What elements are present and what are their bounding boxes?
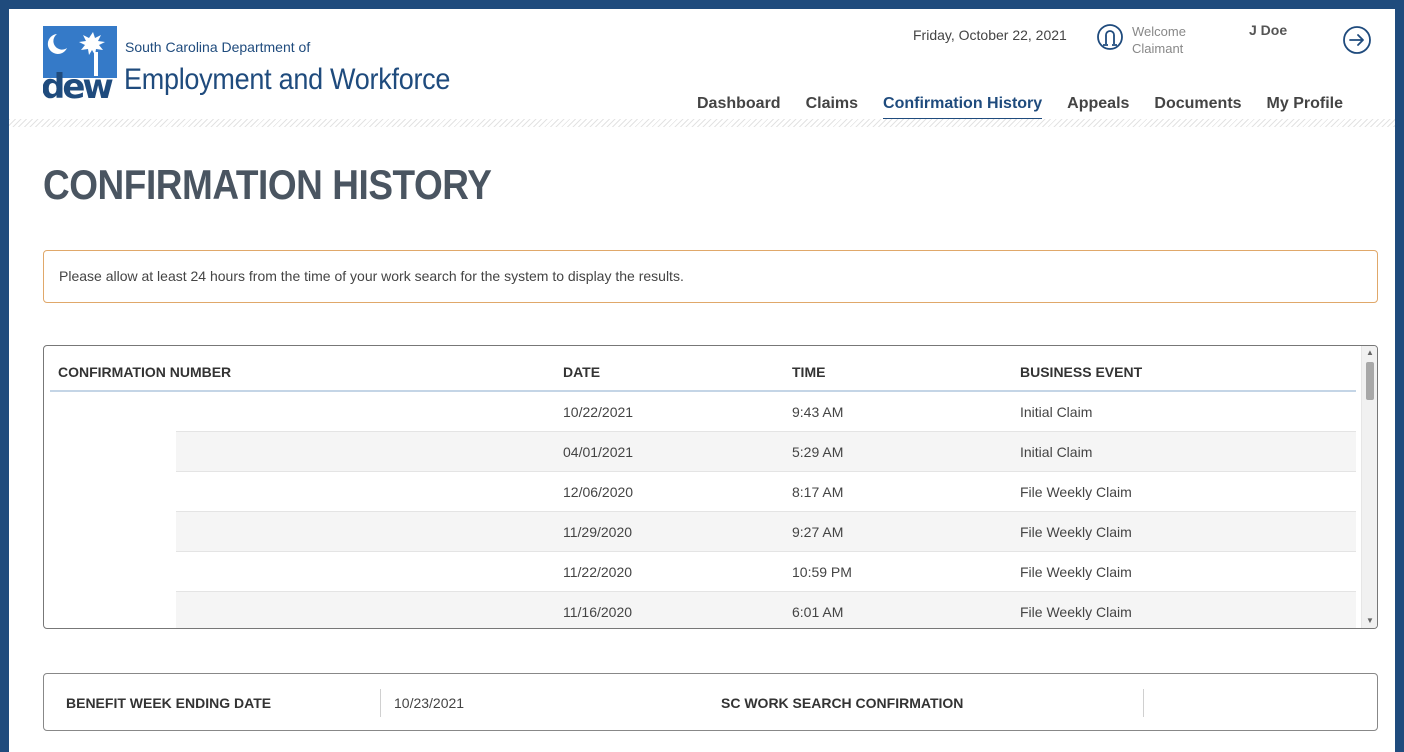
benefit-week-ending-label: BENEFIT WEEK ENDING DATE — [66, 695, 272, 711]
dew-logo: dew — [43, 26, 117, 100]
cell-event: File Weekly Claim — [1020, 604, 1132, 620]
cell-time: 10:59 PM — [792, 564, 852, 580]
header-divider — [9, 119, 1395, 127]
nav-my-profile[interactable]: My Profile — [1267, 95, 1343, 121]
nav-confirmation-history[interactable]: Confirmation History — [883, 95, 1043, 121]
user-name: J Doe — [1249, 22, 1288, 38]
notice-banner: Please allow at least 24 hours from the … — [43, 250, 1378, 303]
table-row[interactable]: 12/06/2020 8:17 AM File Weekly Claim — [176, 472, 1356, 512]
agency-name-line1: South Carolina Department of — [125, 39, 311, 55]
cell-time: 5:29 AM — [792, 444, 844, 460]
work-search-confirmation-label: SC WORK SEARCH CONFIRMATION — [721, 695, 964, 711]
nav-claims[interactable]: Claims — [806, 95, 858, 121]
cell-date: 04/01/2021 — [563, 444, 634, 460]
confirmation-table: CONFIRMATION NUMBER DATE TIME BUSINESS E… — [43, 345, 1378, 629]
welcome-line2: Claimant — [1132, 41, 1184, 56]
welcome-line1: Welcome — [1132, 24, 1186, 39]
table-header: CONFIRMATION NUMBER DATE TIME BUSINESS E… — [50, 346, 1356, 392]
cell-date: 10/22/2021 — [563, 404, 634, 420]
nav-documents[interactable]: Documents — [1154, 95, 1241, 121]
divider — [1143, 689, 1144, 717]
benefit-week-ending-value: 10/23/2021 — [394, 695, 465, 711]
logout-arrow-icon[interactable] — [1342, 25, 1372, 55]
scroll-down-arrow-icon[interactable]: ▼ — [1362, 614, 1377, 628]
cell-time: 9:43 AM — [792, 404, 844, 420]
user-icon — [1097, 24, 1123, 50]
cell-date: 11/22/2020 — [563, 564, 633, 580]
table-row[interactable]: 10/22/2021 9:43 AM Initial Claim — [176, 392, 1356, 432]
cell-event: File Weekly Claim — [1020, 484, 1132, 500]
logo-text: dew — [43, 67, 113, 100]
table-scrollbar[interactable]: ▲ ▼ — [1361, 346, 1377, 628]
nav-dashboard[interactable]: Dashboard — [697, 95, 781, 121]
agency-name-line2: Employment and Workforce — [124, 63, 451, 96]
cell-event: Initial Claim — [1020, 404, 1093, 420]
benefit-week-panel: BENEFIT WEEK ENDING DATE 10/23/2021 SC W… — [43, 673, 1378, 731]
site-header: dew South Carolina Department of Employm… — [9, 9, 1395, 127]
cell-event: Initial Claim — [1020, 444, 1093, 460]
table-row[interactable]: 04/01/2021 5:29 AM Initial Claim — [176, 432, 1356, 472]
welcome-text: Welcome Claimant — [1132, 23, 1186, 57]
cell-event: File Weekly Claim — [1020, 524, 1132, 540]
cell-event: File Weekly Claim — [1020, 564, 1132, 580]
table-row[interactable]: 11/16/2020 6:01 AM File Weekly Claim — [176, 592, 1356, 628]
scrollbar-thumb[interactable] — [1366, 362, 1374, 400]
table-row[interactable]: 11/29/2020 9:27 AM File Weekly Claim — [176, 512, 1356, 552]
main-nav: Dashboard Claims Confirmation History Ap… — [697, 95, 1343, 121]
divider — [380, 689, 381, 717]
table-row[interactable]: 11/22/2020 10:59 PM File Weekly Claim — [176, 552, 1356, 592]
table-body: 10/22/2021 9:43 AM Initial Claim 04/01/2… — [176, 392, 1356, 628]
cell-date: 11/29/2020 — [563, 524, 633, 540]
current-date: Friday, October 22, 2021 — [913, 27, 1067, 43]
cell-time: 8:17 AM — [792, 484, 844, 500]
header-date: DATE — [563, 364, 601, 380]
cell-time: 6:01 AM — [792, 604, 844, 620]
nav-appeals[interactable]: Appeals — [1067, 95, 1129, 121]
page-title: CONFIRMATION HISTORY — [43, 161, 492, 208]
header-time: TIME — [792, 364, 826, 380]
cell-time: 9:27 AM — [792, 524, 844, 540]
cell-date: 12/06/2020 — [563, 484, 634, 500]
cell-date: 11/16/2020 — [563, 604, 633, 620]
scroll-up-arrow-icon[interactable]: ▲ — [1362, 346, 1377, 360]
header-business-event: BUSINESS EVENT — [1020, 364, 1143, 380]
header-confirmation-number: CONFIRMATION NUMBER — [58, 364, 232, 380]
app-window: dew South Carolina Department of Employm… — [9, 9, 1395, 752]
